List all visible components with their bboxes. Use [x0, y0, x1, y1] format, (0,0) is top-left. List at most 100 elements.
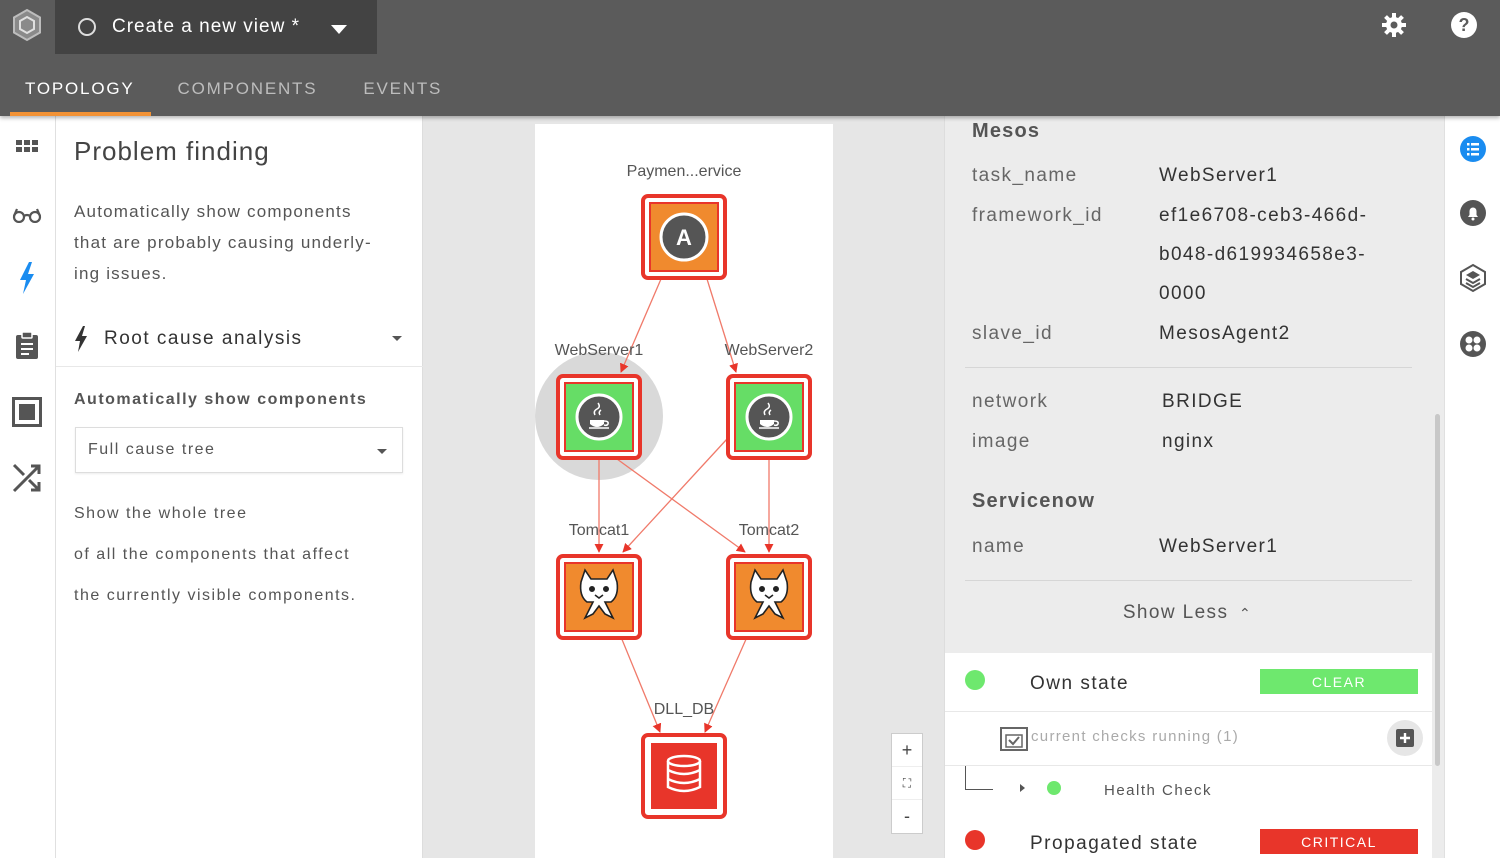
detail-key: image: [972, 431, 1031, 452]
detail-key: framework_id: [972, 205, 1103, 226]
chevron-up-icon: ⌃: [1239, 605, 1253, 621]
detail-value: BRIDGE: [1162, 391, 1244, 412]
tab-components[interactable]: COMPONENTS: [151, 62, 341, 116]
unsaved-circle-icon: [78, 18, 96, 36]
state-section: Own state CLEAR current checks running (…: [945, 653, 1432, 858]
detail-value: nginx: [1162, 431, 1215, 452]
a-badge-icon: A: [659, 212, 709, 262]
selected-option: Full cause tree: [88, 441, 216, 458]
detail-value: WebServer1: [1159, 536, 1279, 557]
logo-icon[interactable]: [10, 8, 44, 42]
java-icon: [745, 393, 793, 441]
servicenow-heading: Servicenow: [972, 490, 1096, 512]
zoom-in-button[interactable]: +: [892, 734, 922, 767]
detail-key: slave_id: [972, 323, 1053, 344]
detail-value: MesosAgent2: [1159, 323, 1291, 344]
layers-icon[interactable]: [1458, 263, 1488, 293]
left-icon-rail: [0, 116, 56, 858]
node-payment-service[interactable]: Paymen...ervice A: [627, 163, 742, 280]
mesos-heading: Mesos: [972, 120, 1041, 142]
zoom-controls: + ⛶ -: [891, 733, 923, 834]
fit-to-screen-button[interactable]: ⛶: [892, 767, 922, 800]
detail-key: name: [972, 536, 1026, 557]
svg-text:A: A: [676, 225, 692, 250]
lightning-icon: [75, 326, 87, 352]
node-label: WebServer2: [725, 342, 814, 359]
checklist-icon: [1000, 727, 1028, 751]
top-bar: Create a new view * ? TOPOLOGY COMPONENT…: [0, 0, 1500, 116]
problem-finding-panel: Problem finding Automatically show compo…: [56, 116, 423, 858]
zoom-out-button[interactable]: -: [892, 800, 922, 833]
shuffle-icon[interactable]: [10, 461, 44, 495]
help-icon[interactable]: ?: [1450, 11, 1478, 39]
plus-icon: [1396, 729, 1414, 747]
divider: [945, 765, 1432, 766]
tab-events[interactable]: EVENTS: [340, 62, 465, 116]
caret-down-icon: [392, 336, 402, 341]
divider: [56, 366, 423, 367]
help-text-line: of all the components that affect: [74, 546, 351, 563]
checks-row[interactable]: current checks running (1): [945, 712, 1432, 765]
main-tabs: TOPOLOGY COMPONENTS EVENTS: [0, 62, 465, 116]
detail-key: task_name: [972, 165, 1078, 186]
detail-value: 0000: [1159, 283, 1207, 304]
detail-value: WebServer1: [1159, 165, 1279, 186]
checks-running-label: current checks running (1): [1031, 728, 1240, 745]
tab-topology[interactable]: TOPOLOGY: [0, 62, 151, 116]
expand-caret-icon[interactable]: [1020, 784, 1025, 792]
node-dll-db[interactable]: DLL_DB: [641, 701, 727, 819]
divider: [965, 580, 1412, 581]
node-label: DLL_DB: [654, 701, 714, 718]
show-less-label: Show Less: [1122, 602, 1229, 623]
detail-value: ef1e6708-ceb3-466d-: [1159, 205, 1368, 226]
clear-badge: CLEAR: [1260, 669, 1418, 694]
lightning-icon[interactable]: [10, 261, 44, 295]
detail-value: b048-d619934658e3-: [1159, 244, 1366, 265]
topology-graph[interactable]: Paymen...ervice A WebServer1 WebServer2: [535, 124, 833, 858]
health-check-dot: [1047, 781, 1061, 795]
bell-icon[interactable]: [1458, 198, 1488, 228]
own-state-label: Own state: [1030, 673, 1130, 694]
detail-key: network: [972, 391, 1049, 412]
component-icon[interactable]: [1458, 329, 1488, 359]
description-line: Automatically show components: [74, 202, 352, 221]
svg-text:?: ?: [1459, 15, 1470, 35]
caret-down-icon: [377, 449, 387, 454]
square-frame-icon[interactable]: [10, 395, 44, 429]
node-webserver2[interactable]: WebServer2: [725, 342, 814, 460]
divider: [965, 367, 1412, 368]
caret-down-icon[interactable]: [331, 25, 347, 34]
node-label: Paymen...ervice: [627, 163, 742, 180]
description-line: that are probably causing underly-: [74, 233, 372, 252]
panel-title: Problem finding: [74, 136, 270, 166]
health-check-label[interactable]: Health Check: [1104, 782, 1212, 799]
java-icon: [575, 393, 623, 441]
glasses-icon[interactable]: [10, 198, 44, 232]
panel-description: Automatically show components that are p…: [74, 196, 414, 289]
view-title: Create a new view *: [112, 16, 300, 37]
clipboard-icon[interactable]: [10, 328, 44, 362]
description-line: ing issues.: [74, 264, 168, 283]
propagated-state-label: Propagated state: [1030, 833, 1199, 854]
node-label: WebServer1: [555, 342, 644, 359]
settings-icon[interactable]: [1380, 11, 1408, 39]
critical-badge: CRITICAL: [1260, 829, 1418, 854]
mode-label: Root cause analysis: [104, 328, 303, 349]
list-icon[interactable]: [1458, 134, 1488, 164]
scrollbar[interactable]: [1435, 414, 1440, 766]
component-details-panel[interactable]: Mesos task_name WebServer1 framework_id …: [944, 116, 1444, 858]
tree-connector: [965, 766, 993, 790]
propagated-state-dot: [965, 830, 985, 850]
mode-dropdown[interactable]: Root cause analysis: [74, 321, 404, 357]
cause-tree-select[interactable]: Full cause tree: [75, 427, 403, 473]
own-state-dot: [965, 670, 985, 690]
add-check-button[interactable]: [1387, 720, 1423, 756]
grid-icon[interactable]: [10, 132, 44, 166]
show-less-button[interactable]: Show Less ⌃: [945, 602, 1430, 624]
help-text-line: Show the whole tree: [74, 505, 248, 522]
right-icon-rail: [1444, 116, 1500, 858]
node-label: Tomcat1: [569, 522, 630, 539]
view-selector[interactable]: Create a new view *: [55, 0, 377, 54]
help-text-line: the currently visible components.: [74, 587, 357, 604]
auto-show-label: Automatically show components: [74, 391, 368, 408]
